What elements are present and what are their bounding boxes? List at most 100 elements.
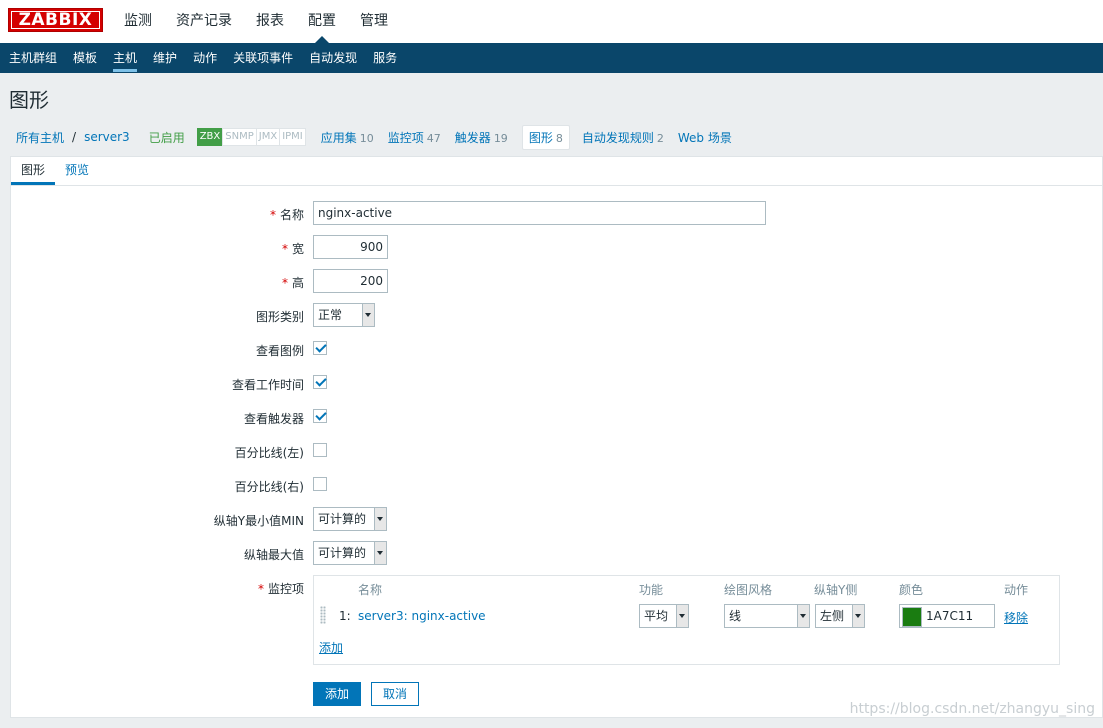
- item-color-value: 1A7C11: [926, 609, 974, 623]
- item-function-select[interactable]: 平均: [639, 604, 689, 628]
- graph-form-panel: 图形 预览 *名称 *宽 *高 图形类别 正常 查看图例 查看工作时间 查看触发…: [10, 156, 1103, 718]
- nav-triggers[interactable]: 触发器 19: [455, 129, 508, 146]
- required-mark: *: [281, 242, 288, 256]
- color-swatch[interactable]: [902, 607, 922, 627]
- main-menu-reports[interactable]: 报表: [244, 0, 296, 43]
- sub-menu-host-groups[interactable]: 主机群组: [0, 43, 57, 73]
- sub-menu-event-correlation[interactable]: 关联项事件: [224, 43, 293, 73]
- sub-menu-discovery[interactable]: 自动发现: [300, 43, 357, 73]
- show-legend-label: 查看图例: [255, 344, 304, 358]
- add-item-link[interactable]: 添加: [319, 639, 343, 656]
- ymin-select[interactable]: 可计算的: [313, 507, 387, 531]
- nav-items-label: 监控项: [387, 130, 424, 145]
- item-row-color-cell: 1A7C11: [899, 604, 995, 628]
- row-name: * 名称: [11, 201, 1103, 225]
- items-table: 名称 功能 绘图风格 纵轴Y侧 颜色 动作 1: server3: nginx-…: [313, 575, 1060, 665]
- add-button[interactable]: 添加: [313, 682, 361, 706]
- jmx-badge: JMX: [255, 128, 281, 146]
- ymax-select[interactable]: 可计算的: [313, 541, 387, 565]
- row-ymax: 纵轴最大值 可计算的: [11, 541, 1103, 565]
- top-bar: ZABBIX 监测 资产记录 报表 配置 管理: [0, 0, 1103, 43]
- breadcrumb-host[interactable]: server3: [84, 130, 130, 144]
- availability-badges: ZBX SNMP JMX IPMI: [196, 128, 306, 146]
- row-percentile-right: 百分比线(右): [11, 473, 1103, 497]
- sub-menu-services[interactable]: 服务: [364, 43, 397, 73]
- nav-items[interactable]: 监控项 47: [388, 129, 441, 146]
- graph-type-value: 正常: [318, 308, 343, 322]
- drag-handle-icon[interactable]: [320, 606, 326, 624]
- required-mark: *: [281, 276, 288, 290]
- items-label-text: 监控项: [267, 582, 304, 596]
- tab-preview[interactable]: 预览: [55, 157, 99, 185]
- name-label: * 名称: [270, 206, 304, 223]
- ipmi-badge: IPMI: [279, 128, 306, 146]
- nav-applications-label: 应用集: [320, 130, 357, 145]
- items-header-name: 名称: [358, 583, 383, 597]
- tab-graph[interactable]: 图形: [11, 157, 56, 185]
- width-input[interactable]: [313, 235, 388, 259]
- nav-web-scenarios[interactable]: Web 场景: [678, 129, 732, 146]
- sub-menu-templates[interactable]: 模板: [64, 43, 97, 73]
- name-input[interactable]: [313, 201, 766, 225]
- sub-menu-maintenance[interactable]: 维护: [144, 43, 177, 73]
- item-color-picker[interactable]: 1A7C11: [899, 604, 995, 628]
- item-row-yaxis-cell: 左侧: [815, 604, 865, 628]
- zabbix-logo[interactable]: ZABBIX: [8, 8, 103, 32]
- item-row-index: 1:: [339, 609, 351, 623]
- item-function-value: 平均: [644, 609, 669, 623]
- sub-menu-actions[interactable]: 动作: [184, 43, 217, 73]
- percentile-right-label: 百分比线(右): [234, 480, 304, 494]
- item-remove-link[interactable]: 移除: [1004, 609, 1028, 626]
- height-label-text: 高: [291, 276, 304, 290]
- breadcrumb-separator: /: [72, 130, 77, 144]
- graph-type-select[interactable]: 正常: [313, 303, 375, 327]
- percentile-right-checkbox[interactable]: [313, 477, 327, 491]
- ymax-value: 可计算的: [318, 546, 367, 560]
- sub-menu: 主机群组 模板 主机 维护 动作 关联项事件 自动发现 服务: [0, 43, 1103, 73]
- main-menu-configuration[interactable]: 配置: [296, 0, 348, 43]
- show-worktime-label: 查看工作时间: [231, 378, 304, 392]
- height-input[interactable]: [313, 269, 388, 293]
- nav-web-scenarios-label: Web 场景: [677, 130, 732, 145]
- chevron-down-icon: [676, 605, 688, 627]
- item-draw-style-select[interactable]: 线: [724, 604, 810, 628]
- main-menu-monitoring[interactable]: 监测: [112, 0, 164, 43]
- chevron-down-icon: [852, 605, 864, 627]
- cancel-button[interactable]: 取消: [371, 682, 419, 706]
- show-legend-checkbox[interactable]: [313, 341, 327, 355]
- main-menu-administration[interactable]: 管理: [348, 0, 400, 43]
- nav-graphs[interactable]: 图形 8: [521, 124, 570, 150]
- ymin-label: 纵轴Y最小值MIN: [213, 514, 304, 528]
- nav-applications[interactable]: 应用集 10: [321, 129, 374, 146]
- item-row-name-link[interactable]: server3: nginx-active: [358, 609, 486, 623]
- nav-triggers-label: 触发器: [454, 130, 491, 145]
- row-show-legend: 查看图例: [11, 337, 1103, 361]
- chevron-down-icon: [374, 542, 386, 564]
- items-header-color: 颜色: [899, 583, 924, 597]
- nav-graphs-count: 8: [555, 131, 563, 145]
- main-menu-inventory[interactable]: 资产记录: [164, 0, 244, 43]
- sub-menu-hosts[interactable]: 主机: [104, 43, 138, 73]
- ymax-label: 纵轴最大值: [243, 548, 304, 562]
- items-header-y-axis: 纵轴Y侧: [814, 583, 858, 597]
- show-triggers-checkbox[interactable]: [313, 409, 327, 423]
- tab-bar: 图形 预览: [11, 157, 1102, 186]
- item-y-axis-value: 左侧: [820, 609, 845, 623]
- nav-items-count: 47: [426, 131, 441, 145]
- show-triggers-label: 查看触发器: [243, 412, 304, 426]
- nav-discovery-rules[interactable]: 自动发现规则 2: [582, 129, 664, 146]
- nav-discovery-rules-count: 2: [656, 131, 664, 145]
- watermark: https://blog.csdn.net/zhangyu_sing: [849, 701, 1095, 717]
- percentile-left-checkbox[interactable]: [313, 443, 327, 457]
- breadcrumb-all-hosts[interactable]: 所有主机: [16, 129, 64, 146]
- nav-discovery-rules-label: 自动发现规则: [581, 130, 654, 145]
- item-draw-style-value: 线: [729, 609, 742, 623]
- item-y-axis-select[interactable]: 左侧: [815, 604, 865, 628]
- width-label: * 宽: [282, 240, 304, 257]
- host-navigation: 所有主机 / server3 已启用 ZBX SNMP JMX IPMI 应用集…: [10, 124, 746, 150]
- row-ymin: 纵轴Y最小值MIN 可计算的: [11, 507, 1103, 531]
- page-title: 图形: [9, 88, 49, 112]
- show-worktime-checkbox[interactable]: [313, 375, 327, 389]
- host-status[interactable]: 已启用: [149, 129, 185, 146]
- main-menu: 监测 资产记录 报表 配置 管理: [112, 0, 400, 43]
